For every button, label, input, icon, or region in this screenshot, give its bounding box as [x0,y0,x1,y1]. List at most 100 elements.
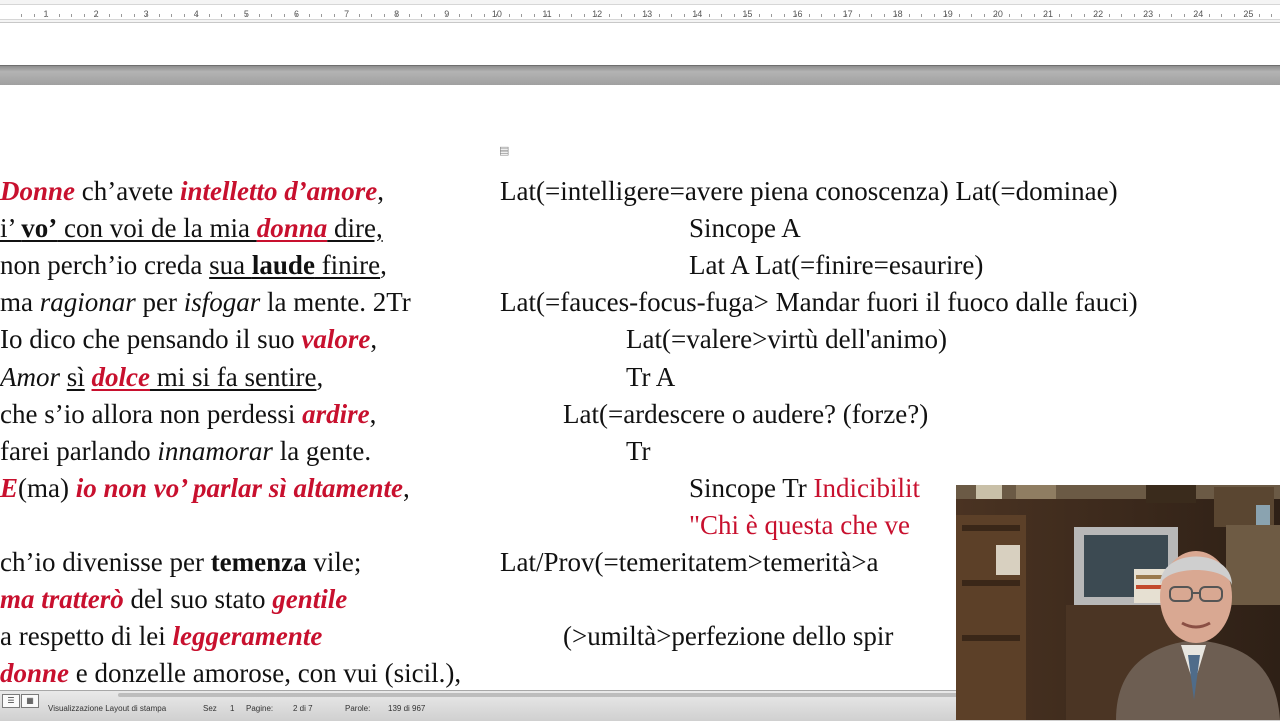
ruler-tick [658,14,660,17]
ruler-tick [1171,14,1172,17]
ruler-tick [108,14,110,17]
ruler-tick [683,14,685,17]
annotation-line[interactable]: Tr [626,435,651,467]
ruler-tick [821,14,822,17]
annotation-line[interactable]: Sincope Tr Indicibilit [689,472,920,504]
poem-text-run: farei parlando [0,435,158,466]
annotation-text-run: Lat A Lat(=finire=esaurire) [689,250,984,281]
poem-text-run: , [369,398,377,429]
ruler-tick [808,14,810,17]
words-label: Parole: [345,704,371,713]
poem-text-run: ch’io divenisse per [0,547,211,577]
annotation-text-run: Indicibilit [813,472,921,503]
ruler-tick [158,14,160,17]
poem-text-run: e donzelle amorose, con vui (sicil.), [69,658,462,688]
annotation-line[interactable]: Lat(=intelligere=avere piena conoscenza)… [500,175,1118,207]
annotation-text-run: Lat(=ardescere o audere? (forze?) [563,398,929,429]
ruler-tick [996,14,997,17]
ruler-tick [396,14,397,17]
annotation-line[interactable]: Lat(=ardescere o audere? (forze?) [563,398,928,430]
draft-view-button[interactable]: ☰ [2,694,20,708]
ruler-tick [233,14,235,17]
ruler-tick [258,14,260,17]
poem-line[interactable]: ma tratterò del suo stato gentile [0,583,347,615]
ruler-tick [771,14,772,17]
ruler-tick [271,14,272,17]
poem-line[interactable]: a respetto di lei leggeramente [0,620,322,652]
poem-line[interactable]: che s’io allora non perdessi ardire, [0,398,376,430]
ruler-tick [346,14,347,17]
poem-text-run: laude [251,250,315,281]
paste-options-icon[interactable]: ▤ [499,145,510,157]
poem-line[interactable]: ma ragionar per isfogar la mente. 2Tr [0,286,411,318]
annotation-text-run: "Chi è questa che ve [689,509,910,540]
ruler-tick [783,14,785,17]
ruler-tick [1083,14,1085,17]
poem-text-run: finire [314,250,381,281]
ruler-tick [1008,14,1010,17]
poem-line[interactable]: donne e donzelle amorose, con vui (sicil… [0,657,461,688]
poem-text-run: , [370,324,378,355]
ruler-tick [1071,14,1072,17]
ruler-tick [246,14,247,17]
poem-text-run: sua [209,250,252,281]
ruler-tick [58,14,60,17]
ruler-number: 15 [742,9,753,19]
ruler-number: 25 [1243,9,1254,19]
ruler-tick [446,14,447,17]
poem-line[interactable]: i’ vo’ con voi de la mia donna dire, [0,212,383,244]
annotation-text-run: Lat(=fauces-focus-fuga> Mandar fuori il … [500,287,1138,318]
annotation-line[interactable]: Lat/Prov(=temeritatem>temerità>a [500,546,879,578]
annotation-line[interactable]: Lat(=fauces-focus-fuga> Mandar fuori il … [500,286,1138,318]
ruler-number: 19 [942,9,953,19]
horizontal-ruler[interactable]: 1234567891011121314151617181920212223242… [0,0,1280,23]
ruler-tick [733,14,735,17]
print-layout-view-button[interactable]: ▦ [21,694,39,708]
ruler-tick [483,14,485,17]
poem-text-run: mi si fa sentire [150,361,317,392]
ruler-tick [21,14,22,17]
ruler-tick [1158,14,1160,17]
ruler-tick [83,14,85,17]
poem-text-run [85,362,92,392]
ruler-tick [1233,14,1235,17]
poem-text-run: donne [0,658,70,688]
horizontal-scrollbar[interactable] [118,693,958,697]
poem-line[interactable]: E(ma) io non vo’ parlar sì altamente, [0,472,410,504]
poem-text-run: gentile [272,584,348,615]
annotation-text-run: Tr [626,435,651,466]
ruler-tick [146,14,147,17]
poem-line[interactable]: ch’io divenisse per temenza vile; [0,546,361,578]
ruler-tick [846,14,847,17]
poem-text-run: ma tratterò [0,584,124,615]
poem-text-run: ma [0,287,40,318]
ruler-tick [458,14,460,17]
poem-line[interactable]: farei parlando innamorar la gente. [0,435,371,467]
ruler-tick [358,14,360,17]
ruler-number: 11 [542,9,552,19]
annotation-line[interactable]: (>umiltà>perfezione dello spir [563,620,893,652]
ruler-tick [1021,14,1022,17]
ruler-tick [383,14,385,17]
annotation-line[interactable]: Tr A [626,361,675,393]
poem-text-run: ch’avete [75,176,180,206]
ruler-tick [508,14,510,17]
poem-line[interactable]: Io dico che pensando il suo valore, [0,323,377,355]
poem-text-run: innamorar [157,435,273,466]
annotation-line[interactable]: Lat(=valere>virtù dell'animo) [626,323,947,355]
annotation-line[interactable]: "Chi è questa che ve [689,509,910,541]
ruler-tick [858,14,860,17]
annotation-line[interactable]: Sincope A [689,212,801,244]
ruler-tick [921,14,922,17]
annotation-line[interactable]: Lat A Lat(=finire=esaurire) [689,249,983,281]
ruler-tick [946,14,947,17]
ruler-tick [196,14,197,17]
ruler-number: 16 [792,9,803,19]
ruler-number: 18 [892,9,903,19]
poem-text-run: la gente. [272,435,372,466]
poem-line[interactable]: Donne ch’avete intelletto d’amore, [0,175,384,207]
poem-text-run: con voi de la mia [57,213,257,244]
poem-line[interactable]: non perch’io creda sua laude finire, [0,249,387,281]
page-separator [0,65,1280,86]
poem-line[interactable]: Amor sì dolce mi si fa sentire, [0,361,323,393]
